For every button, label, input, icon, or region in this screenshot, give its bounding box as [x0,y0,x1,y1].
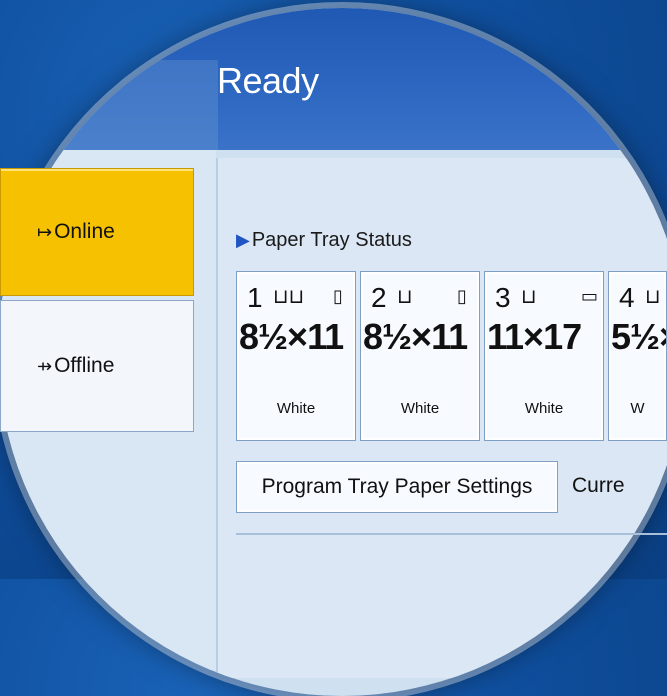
tray-4[interactable]: 4 ⊔ 5½× W [608,271,667,441]
tray-number: 3 [495,282,511,313]
paper-color: White [524,400,564,417]
tray-number: 4 [619,282,635,313]
play-triangle-icon: ▶ [236,230,250,250]
tray-number: 2 [371,282,387,313]
tray-lcf-icon: ⊔⊔ [273,284,305,308]
tray-icon: ⊔ [645,284,661,308]
online-label: Online [54,220,115,243]
paper-size: 5½× [611,316,666,357]
divider [236,533,667,535]
paper-size: 11×17 [487,316,582,357]
tray-icon: ⊔ [397,284,413,308]
tray-number: 1 [247,282,263,313]
tray-icon: ⊔ [521,284,537,308]
paper-color: White [276,400,316,417]
online-arrow-icon: ↦ [37,221,53,243]
portrait-paper-icon: ▯ [333,286,343,307]
current-status-text: Curre [572,474,625,497]
tray-3[interactable]: 3 ⊔ ▭ 11×17 White [484,271,604,441]
portrait-paper-icon: ▯ [457,286,467,307]
offline-arrow-icon: ⇸ [37,355,53,377]
paper-size: 8½×11 [239,316,344,357]
tray-1[interactable]: 1 ⊔⊔ ▯ 8½×11 White [236,271,356,441]
tray-2[interactable]: 2 ⊔ ▯ 8½×11 White [360,271,480,441]
program-tray-paper-settings-button[interactable]: Program Tray Paper Settings [236,461,558,513]
offline-button[interactable]: ⇸ Offline [0,300,194,432]
paper-tray-status-title: ▶ Paper Tray Status [236,229,412,251]
paper-color: White [400,400,440,417]
landscape-paper-icon: ▭ [581,286,599,307]
title-bar [0,8,667,150]
page-title: Ready [217,60,319,101]
paper-size: 8½×11 [363,316,468,357]
online-button[interactable]: ↦ Online [0,168,194,296]
offline-label: Offline [54,354,115,377]
paper-color: W [630,400,645,417]
